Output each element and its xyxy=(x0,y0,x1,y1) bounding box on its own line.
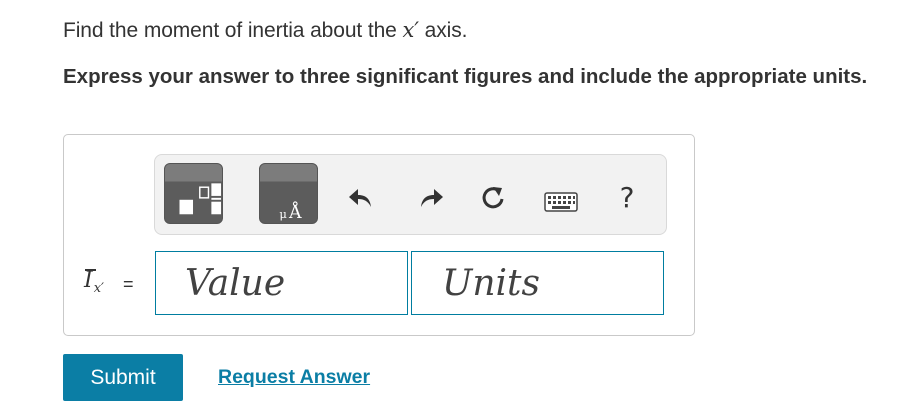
redo-icon xyxy=(421,189,443,207)
value-placeholder: Value xyxy=(185,263,286,304)
math-toolbar xyxy=(154,154,667,235)
variable-symbol: I xyxy=(84,268,93,293)
reset-icon xyxy=(482,187,504,209)
submit-button[interactable]: Submit xyxy=(63,354,183,401)
value-input[interactable]: Value xyxy=(155,251,408,315)
variable-subscript: x′ xyxy=(93,281,104,296)
units-placeholder: Units xyxy=(442,263,540,304)
request-answer-link[interactable]: Request Answer xyxy=(218,366,370,389)
help-icon: ? xyxy=(619,181,635,214)
keyboard-button[interactable] xyxy=(544,192,578,212)
question-symbol: x′ xyxy=(402,18,420,42)
units-button[interactable]: μ Å xyxy=(259,163,318,224)
reset-button[interactable] xyxy=(480,185,506,211)
redo-button[interactable] xyxy=(418,185,444,211)
help-button[interactable]: ? xyxy=(615,181,639,215)
units-angstrom-glyph: Å xyxy=(288,202,302,223)
units-input[interactable]: Units xyxy=(411,251,664,315)
question-text: Find the moment of inertia about the x′ … xyxy=(63,18,467,43)
answer-instruction: Express your answer to three significant… xyxy=(63,65,868,88)
units-angstrom-icon: μ Å xyxy=(279,202,302,223)
undo-button[interactable] xyxy=(348,185,374,211)
templates-button[interactable] xyxy=(164,163,223,224)
question-prefix: Find the moment of inertia about the xyxy=(63,19,403,42)
templates-icon xyxy=(179,183,222,215)
question-suffix: axis. xyxy=(418,19,468,42)
answer-variable-label: Ix′ xyxy=(84,268,104,302)
overbar xyxy=(85,269,96,271)
keyboard-icon xyxy=(544,192,578,212)
undo-icon xyxy=(349,189,371,207)
equals-sign: = xyxy=(123,274,134,294)
units-mu-glyph: μ xyxy=(279,207,287,221)
